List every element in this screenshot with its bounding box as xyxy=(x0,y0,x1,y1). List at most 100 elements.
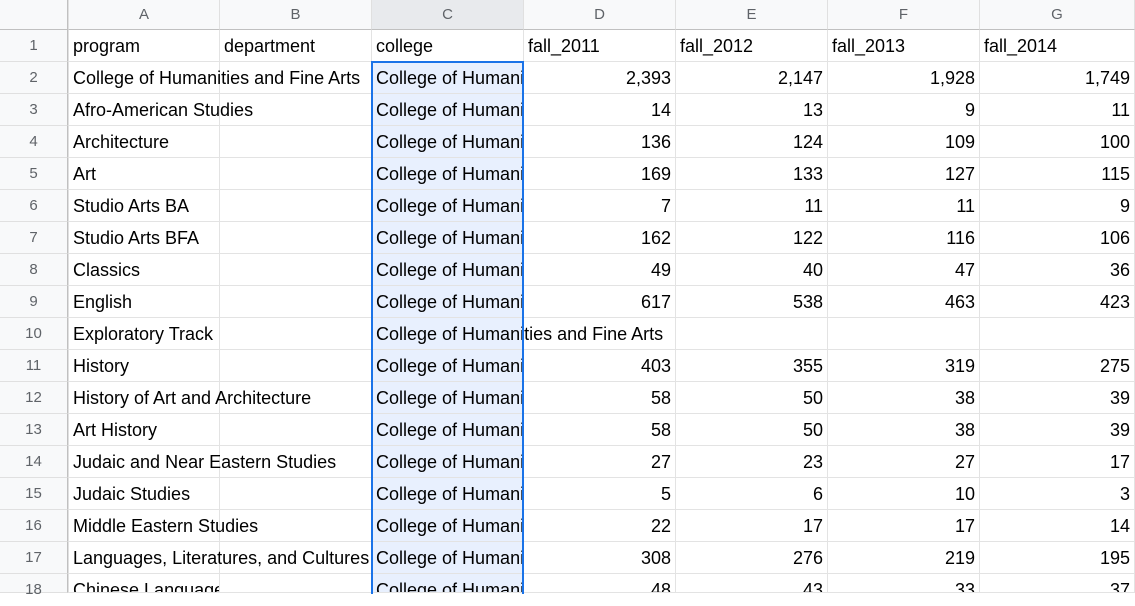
cell[interactable]: 100 xyxy=(980,126,1135,158)
cell[interactable]: 58 xyxy=(524,382,676,414)
cell[interactable]: 11 xyxy=(828,190,980,222)
row-header-8[interactable]: 8 xyxy=(0,254,68,286)
cell[interactable]: 50 xyxy=(676,414,828,446)
cell[interactable]: College of Humanities and Fine Arts xyxy=(372,286,524,318)
cell[interactable]: 14 xyxy=(980,510,1135,542)
cell[interactable]: College of Humanities and Fine Arts xyxy=(372,158,524,190)
cell[interactable]: 3 xyxy=(980,478,1135,510)
cell[interactable]: 106 xyxy=(980,222,1135,254)
header-cell-a[interactable]: program xyxy=(68,30,220,62)
cell[interactable]: 6 xyxy=(676,478,828,510)
cell[interactable] xyxy=(220,318,372,350)
cell[interactable]: 14 xyxy=(524,94,676,126)
cell[interactable]: 11 xyxy=(980,94,1135,126)
column-header-c[interactable]: C xyxy=(372,0,524,30)
cell[interactable]: 50 xyxy=(676,382,828,414)
cell[interactable] xyxy=(220,286,372,318)
cell[interactable]: 13 xyxy=(676,94,828,126)
cell[interactable]: 1,749 xyxy=(980,62,1135,94)
cell[interactable]: 403 xyxy=(524,350,676,382)
row-header-3[interactable]: 3 xyxy=(0,94,68,126)
cell[interactable] xyxy=(220,574,372,593)
cell[interactable]: English xyxy=(68,286,220,318)
cell[interactable] xyxy=(220,414,372,446)
cell[interactable]: College of Humanities and Fine Arts xyxy=(372,126,524,158)
cell[interactable]: Chinese Language and Literature xyxy=(68,574,220,593)
cell[interactable]: 617 xyxy=(524,286,676,318)
cell[interactable]: 27 xyxy=(828,446,980,478)
cell[interactable]: History of Art and Architecture xyxy=(68,382,220,414)
cell[interactable]: 49 xyxy=(524,254,676,286)
row-header-17[interactable]: 17 xyxy=(0,542,68,574)
cell[interactable]: 115 xyxy=(980,158,1135,190)
cell[interactable] xyxy=(828,318,980,350)
cell[interactable]: College of Humanities and Fine Arts xyxy=(68,62,220,94)
column-header-g[interactable]: G xyxy=(980,0,1135,30)
cell[interactable]: Architecture xyxy=(68,126,220,158)
cell[interactable]: College of Humanities and Fine Arts xyxy=(372,510,524,542)
cell[interactable]: College of Humanities and Fine Arts xyxy=(372,62,524,94)
cell[interactable]: Exploratory Track xyxy=(68,318,220,350)
cell[interactable]: College of Humanities and Fine Arts xyxy=(372,382,524,414)
cell[interactable] xyxy=(220,158,372,190)
cell[interactable]: History xyxy=(68,350,220,382)
cell[interactable]: 136 xyxy=(524,126,676,158)
cell[interactable]: 40 xyxy=(676,254,828,286)
cell[interactable]: 124 xyxy=(676,126,828,158)
cell[interactable]: 355 xyxy=(676,350,828,382)
cell[interactable]: 275 xyxy=(980,350,1135,382)
cell[interactable]: College of Humanities and Fine Arts xyxy=(372,350,524,382)
cell[interactable]: Classics xyxy=(68,254,220,286)
select-all-corner[interactable] xyxy=(0,0,68,30)
cell[interactable]: 127 xyxy=(828,158,980,190)
cell[interactable]: 5 xyxy=(524,478,676,510)
cell[interactable]: 122 xyxy=(676,222,828,254)
row-header-13[interactable]: 13 xyxy=(0,414,68,446)
row-header-10[interactable]: 10 xyxy=(0,318,68,350)
cell[interactable]: College of Humanities and Fine Arts xyxy=(372,254,524,286)
cell[interactable]: College of Humanities and Fine Arts xyxy=(372,542,524,574)
cell[interactable] xyxy=(220,222,372,254)
cell[interactable]: Languages, Literatures, and Cultures xyxy=(68,542,220,574)
row-header-18[interactable]: 18 xyxy=(0,574,68,593)
column-header-d[interactable]: D xyxy=(524,0,676,30)
cell[interactable]: Art xyxy=(68,158,220,190)
cell[interactable]: 9 xyxy=(980,190,1135,222)
grid-body[interactable]: programdepartmentcollegefall_2011fall_20… xyxy=(68,30,1135,593)
cell[interactable]: 17 xyxy=(676,510,828,542)
cell[interactable]: 11 xyxy=(676,190,828,222)
cell[interactable] xyxy=(220,254,372,286)
column-header-b[interactable]: B xyxy=(220,0,372,30)
cell[interactable]: College of Humanities and Fine Arts xyxy=(372,446,524,478)
header-cell-c[interactable]: college xyxy=(372,30,524,62)
row-header-15[interactable]: 15 xyxy=(0,478,68,510)
column-header-e[interactable]: E xyxy=(676,0,828,30)
row-header-2[interactable]: 2 xyxy=(0,62,68,94)
header-cell-f[interactable]: fall_2013 xyxy=(828,30,980,62)
cell[interactable]: 308 xyxy=(524,542,676,574)
cell[interactable] xyxy=(220,190,372,222)
column-header-f[interactable]: F xyxy=(828,0,980,30)
header-cell-b[interactable]: department xyxy=(220,30,372,62)
cell[interactable]: 17 xyxy=(828,510,980,542)
cell[interactable]: 39 xyxy=(980,414,1135,446)
cell[interactable]: 162 xyxy=(524,222,676,254)
cell[interactable]: College of Humanities and Fine Arts xyxy=(372,318,524,350)
cell[interactable] xyxy=(676,318,828,350)
cell[interactable]: 2,393 xyxy=(524,62,676,94)
cell[interactable]: 43 xyxy=(676,574,828,593)
row-header-1[interactable]: 1 xyxy=(0,30,68,62)
cell[interactable]: 23 xyxy=(676,446,828,478)
cell[interactable]: 38 xyxy=(828,414,980,446)
cell[interactable]: 463 xyxy=(828,286,980,318)
row-header-7[interactable]: 7 xyxy=(0,222,68,254)
row-header-12[interactable]: 12 xyxy=(0,382,68,414)
cell[interactable]: Middle Eastern Studies xyxy=(68,510,220,542)
cell[interactable]: College of Humanities and Fine Arts xyxy=(372,222,524,254)
row-header-11[interactable]: 11 xyxy=(0,350,68,382)
cell[interactable]: 116 xyxy=(828,222,980,254)
spreadsheet[interactable]: ABCDEFG 123456789101112131415161718 prog… xyxy=(0,0,1135,595)
cell[interactable]: 2,147 xyxy=(676,62,828,94)
cell[interactable]: 7 xyxy=(524,190,676,222)
column-header-a[interactable]: A xyxy=(68,0,220,30)
